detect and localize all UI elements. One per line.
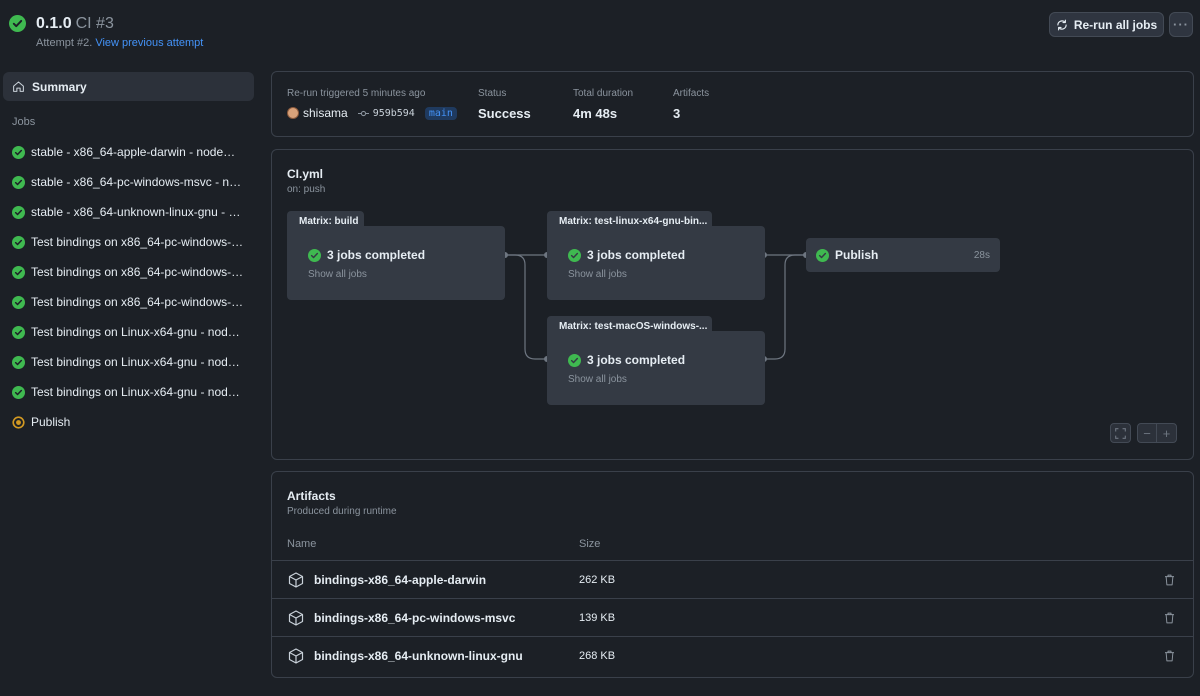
column-header-size: Size (579, 538, 601, 550)
fullscreen-button[interactable] (1110, 423, 1131, 443)
artifact-row: bindings-x86_64-unknown-linux-gnu 268 KB (272, 636, 1193, 674)
artifact-row: bindings-x86_64-apple-darwin 262 KB (272, 560, 1193, 598)
matrix-test-macos-windows-card[interactable]: 3 jobs completed Show all jobs (547, 331, 765, 405)
trash-icon[interactable] (1164, 574, 1175, 586)
matrix-build-show-all-link[interactable]: Show all jobs (308, 269, 367, 280)
column-header-name: Name (287, 538, 317, 550)
success-check-icon (568, 248, 581, 262)
matrix-test-macos-windows-summary-text: 3 jobs completed (587, 353, 686, 367)
matrix-test-linux-card[interactable]: 3 jobs completed Show all jobs (547, 226, 765, 300)
matrix-build-card[interactable]: 3 jobs completed Show all jobs (287, 226, 505, 300)
publish-node-duration: 28s (973, 249, 990, 261)
publish-job-node[interactable]: Publish 28s (806, 238, 1000, 272)
matrix-test-linux-summary-text: 3 jobs completed (587, 248, 686, 262)
matrix-test-macos-windows-summary: 3 jobs completed (568, 353, 685, 367)
zoom-out-button[interactable]: − (1137, 423, 1157, 443)
artifact-size: 262 KB (579, 573, 616, 586)
artifact-name-link[interactable]: bindings-x86_64-pc-windows-msvc (314, 611, 515, 625)
artifact-row: bindings-x86_64-pc-windows-msvc 139 KB (272, 598, 1193, 636)
matrix-build-summary: 3 jobs completed (308, 248, 425, 262)
artifacts-title: Artifacts (287, 489, 336, 503)
success-check-icon (568, 353, 581, 367)
trash-icon[interactable] (1164, 650, 1175, 662)
matrix-test-macos-windows-show-all-link[interactable]: Show all jobs (568, 374, 627, 385)
matrix-test-linux-show-all-link[interactable]: Show all jobs (568, 269, 627, 280)
artifacts-subtitle: Produced during runtime (287, 506, 397, 517)
success-check-icon (816, 248, 829, 262)
publish-node-label: Publish (835, 248, 879, 262)
matrix-build-summary-text: 3 jobs completed (327, 248, 426, 262)
fullscreen-icon (1115, 427, 1126, 439)
matrix-test-linux-summary: 3 jobs completed (568, 248, 685, 262)
success-check-icon (308, 248, 321, 262)
artifact-size: 139 KB (579, 611, 616, 624)
package-icon (288, 571, 304, 588)
package-icon (288, 647, 304, 664)
artifact-size: 268 KB (579, 649, 616, 662)
trash-icon[interactable] (1164, 612, 1175, 624)
package-icon (288, 609, 304, 626)
artifact-name-link[interactable]: bindings-x86_64-unknown-linux-gnu (314, 649, 523, 663)
artifact-name-link[interactable]: bindings-x86_64-apple-darwin (314, 573, 486, 587)
zoom-in-button[interactable]: + (1156, 423, 1177, 443)
